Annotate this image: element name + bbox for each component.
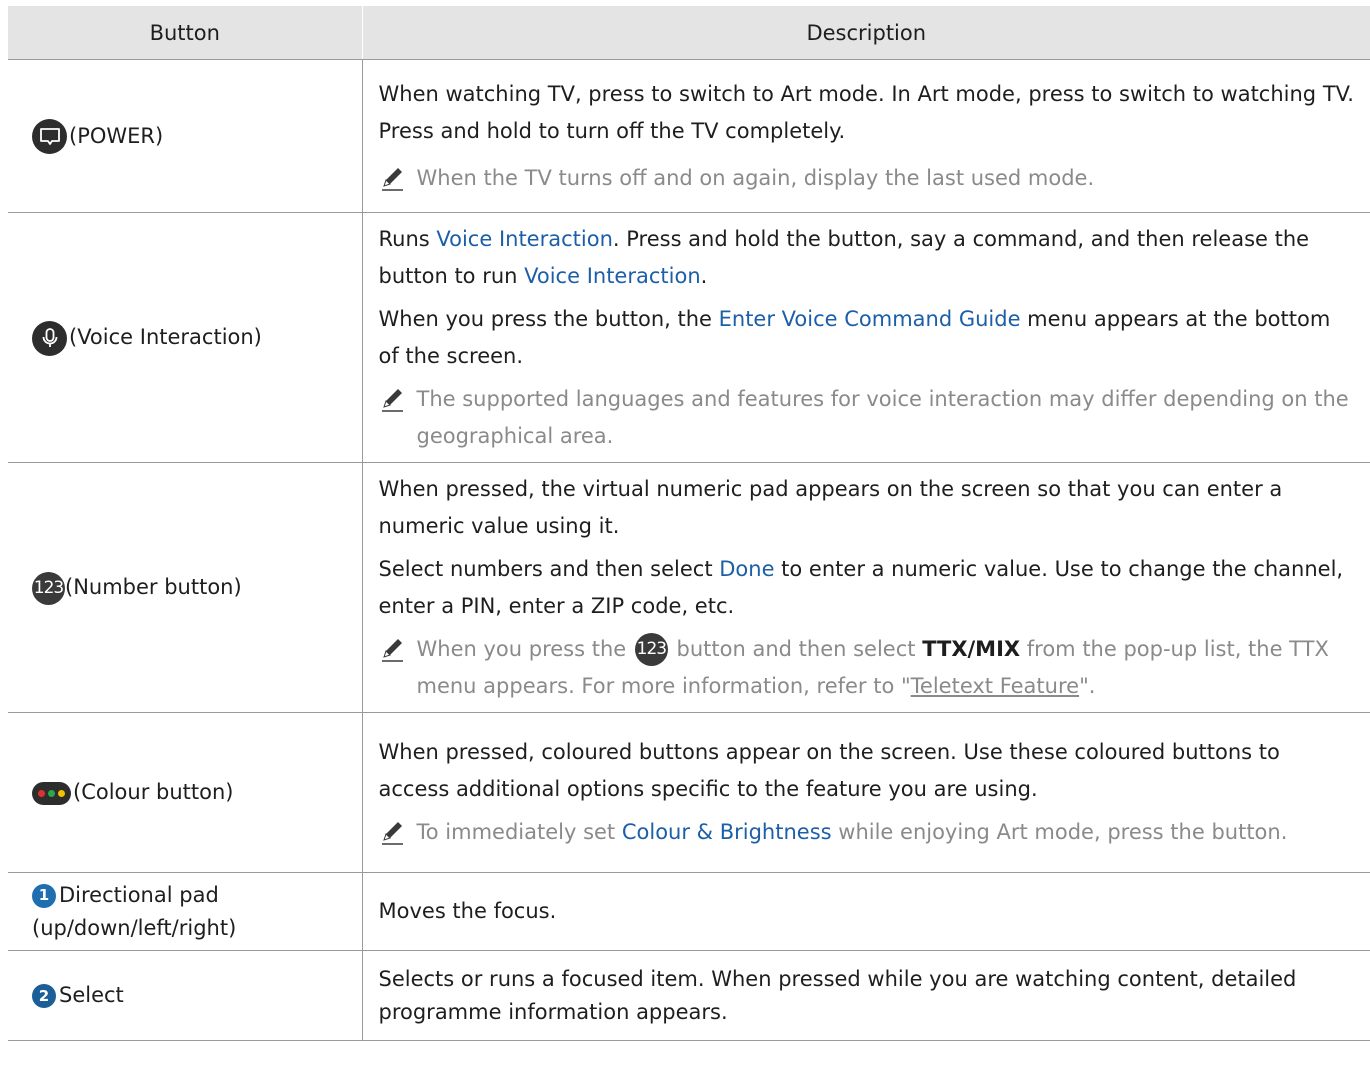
- button-label: (Number button): [65, 575, 242, 599]
- remote-buttons-table: Button Description (POWER) When watching…: [8, 6, 1370, 1041]
- number-1-badge-icon: 1: [32, 883, 56, 908]
- button-cell-voice: (Voice Interaction): [8, 212, 363, 463]
- header-description: Description: [362, 6, 1370, 60]
- table-row: (Voice Interaction) Runs Voice Interacti…: [8, 212, 1370, 463]
- description-text: When pressed, the virtual numeric pad ap…: [378, 476, 1283, 538]
- colour-dots-icon: [32, 781, 71, 805]
- pencil-note-icon: [381, 638, 403, 662]
- red-dot-icon: [38, 789, 45, 797]
- number-2-badge-icon: 2: [32, 984, 56, 1008]
- table-header-row: Button Description: [8, 6, 1370, 60]
- button-cell-number: 123(Number button): [8, 462, 363, 713]
- pencil-note-icon: [381, 388, 403, 412]
- green-dot-icon: [48, 789, 55, 797]
- button-label: Directional pad (up/down/left/right): [32, 882, 237, 940]
- voice-interaction-link[interactable]: Voice Interaction: [524, 264, 701, 288]
- description-text: Select numbers and then select Done to e…: [378, 556, 1344, 618]
- description-text: Moves the focus.: [378, 899, 557, 923]
- teletext-feature-link[interactable]: Teletext Feature: [911, 674, 1079, 698]
- description-text: When watching TV, press to switch to Art…: [378, 81, 1354, 106]
- note: The supported languages and features for…: [379, 381, 1357, 455]
- description-cell: Moves the focus.: [362, 872, 1370, 951]
- button-cell-colour: (Colour button): [8, 712, 363, 873]
- description-text: When you press the button, the Enter Voi…: [378, 306, 1331, 368]
- pencil-note-icon: [381, 167, 403, 191]
- button-label: Select: [59, 983, 124, 1007]
- description-cell: When watching TV, press to switch to Art…: [362, 59, 1370, 213]
- note: When you press the 123 button and then s…: [379, 631, 1357, 705]
- button-label: (Voice Interaction): [69, 325, 262, 349]
- button-cell-power: (POWER): [8, 59, 363, 213]
- pencil-note-icon: [381, 822, 403, 845]
- description-text: Runs Voice Interaction. Press and hold t…: [378, 226, 1310, 288]
- ttx-mix-label: TTX/MIX: [922, 636, 1021, 661]
- note: To immediately set Colour & Brightness w…: [379, 814, 1357, 851]
- colour-brightness-link[interactable]: Colour & Brightness: [622, 820, 832, 844]
- description-text: Selects or runs a focused item. When pre…: [378, 966, 1297, 1024]
- button-label: (Colour button): [73, 780, 234, 804]
- description-cell: When pressed, the virtual numeric pad ap…: [362, 462, 1370, 713]
- description-cell: Runs Voice Interaction. Press and hold t…: [362, 212, 1370, 463]
- voice-interaction-link[interactable]: Voice Interaction: [436, 227, 613, 251]
- done-link[interactable]: Done: [719, 557, 774, 581]
- header-button: Button: [8, 6, 363, 60]
- art-mode-power-icon: [32, 119, 67, 154]
- button-cell-directional: 1 Directional pad (up/down/left/right): [8, 872, 363, 951]
- yellow-dot-icon: [58, 789, 65, 797]
- description-cell: When pressed, coloured buttons appear on…: [362, 712, 1370, 873]
- table-row: (Colour button) When pressed, coloured b…: [8, 712, 1370, 873]
- button-cell-select: 2 Select: [8, 950, 363, 1041]
- number-pad-icon: 123: [634, 633, 668, 666]
- description-text: Press and hold to turn off the TV comple…: [378, 118, 846, 143]
- voice-command-guide-link[interactable]: Enter Voice Command Guide: [719, 307, 1021, 331]
- number-pad-icon: 123: [32, 571, 65, 605]
- table-row: (POWER) When watching TV, press to switc…: [8, 59, 1370, 213]
- note: When the TV turns off and on again, disp…: [379, 160, 1357, 197]
- description-text: When pressed, coloured buttons appear on…: [378, 740, 1280, 801]
- table-row: 123(Number button) When pressed, the vir…: [8, 462, 1370, 713]
- table-row: 2 Select Selects or runs a focused item. …: [8, 950, 1370, 1041]
- microphone-icon: [32, 320, 67, 356]
- description-cell: Selects or runs a focused item. When pre…: [362, 950, 1370, 1041]
- button-label: (POWER): [69, 123, 164, 148]
- table-row: 1 Directional pad (up/down/left/right) Mo…: [8, 872, 1370, 951]
